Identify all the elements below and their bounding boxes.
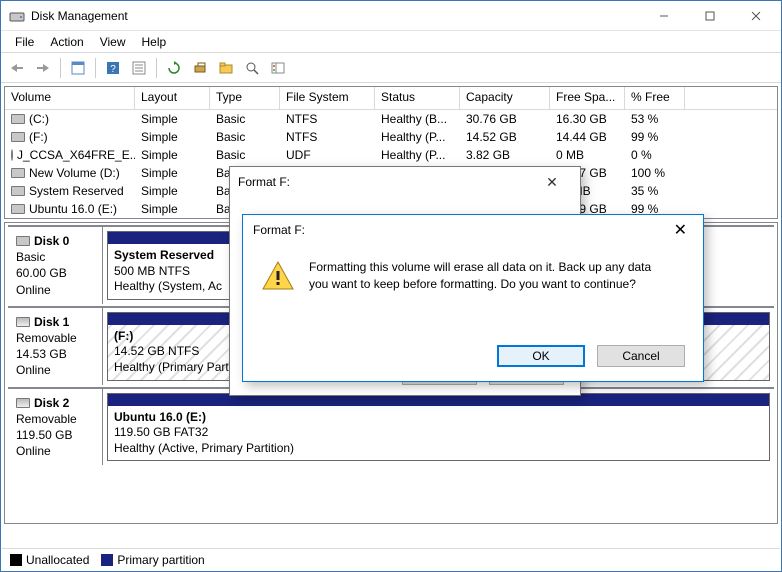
cell-fs: NTFS: [280, 111, 375, 127]
cell-pct: 35 %: [625, 183, 685, 199]
volume-row[interactable]: J_CCSA_X64FRE_E...SimpleBasicUDFHealthy …: [5, 146, 777, 164]
volume-name: Ubuntu 16.0 (E:): [29, 202, 117, 216]
refresh-icon[interactable]: [162, 56, 186, 80]
col-type[interactable]: Type: [210, 87, 280, 109]
legend-unallocated: Unallocated: [10, 553, 89, 567]
partition-ubuntu[interactable]: Ubuntu 16.0 (E:) 119.50 GB FAT32 Healthy…: [107, 393, 770, 462]
cell-status: Healthy (B...: [375, 111, 460, 127]
detach-icon[interactable]: [188, 56, 212, 80]
cell-free: 0 MB: [550, 147, 625, 163]
menu-help[interactable]: Help: [134, 33, 175, 51]
volume-row[interactable]: (F:) SimpleBasicNTFSHealthy (P...14.52 GB…: [5, 128, 777, 146]
menu-action[interactable]: Action: [42, 33, 91, 51]
col-volume[interactable]: Volume: [5, 87, 135, 109]
cell-capacity: 14.52 GB: [460, 129, 550, 145]
cell-layout: Simple: [135, 183, 210, 199]
ok-button[interactable]: OK: [497, 345, 585, 367]
minimize-button[interactable]: [641, 1, 687, 31]
cell-layout: Simple: [135, 147, 210, 163]
cell-pct: 99 %: [625, 129, 685, 145]
window-title: Disk Management: [31, 9, 641, 23]
toolbar: ?: [1, 53, 781, 83]
drive-icon: [11, 132, 25, 142]
col-layout[interactable]: Layout: [135, 87, 210, 109]
col-status[interactable]: Status: [375, 87, 460, 109]
cell-layout: Simple: [135, 165, 210, 181]
cell-status: Healthy (P...: [375, 147, 460, 163]
partition-system-reserved[interactable]: System Reserved 500 MB NTFS Healthy (Sys…: [107, 231, 237, 300]
cell-free: 14.44 GB: [550, 129, 625, 145]
cell-layout: Simple: [135, 111, 210, 127]
close-button[interactable]: [733, 1, 779, 31]
cell-fs: NTFS: [280, 129, 375, 145]
search-icon[interactable]: [240, 56, 264, 80]
menu-view[interactable]: View: [92, 33, 134, 51]
settings-list-icon[interactable]: [266, 56, 290, 80]
cell-status: Healthy (P...: [375, 129, 460, 145]
col-free[interactable]: Free Spa...: [550, 87, 625, 109]
volume-name: New Volume (D:): [29, 166, 120, 180]
col-percent-free[interactable]: % Free: [625, 87, 685, 109]
folder-icon[interactable]: [214, 56, 238, 80]
drive-icon: [11, 114, 25, 124]
maximize-button[interactable]: [687, 1, 733, 31]
drive-icon: [11, 204, 25, 214]
cell-type: Basic: [210, 147, 280, 163]
disk0-info: Disk 0 Basic 60.00 GB Online: [8, 227, 103, 304]
removable-icon: [16, 317, 30, 327]
app-icon: [9, 8, 25, 24]
menu-file[interactable]: File: [7, 33, 42, 51]
col-filesystem[interactable]: File System: [280, 87, 375, 109]
volume-row[interactable]: (C:) SimpleBasicNTFSHealthy (B...30.76 GB…: [5, 110, 777, 128]
back-button[interactable]: [5, 56, 29, 80]
menubar: File Action View Help: [1, 31, 781, 53]
properties-icon[interactable]: [127, 56, 151, 80]
column-headers: Volume Layout Type File System Status Ca…: [5, 87, 777, 110]
drive-icon: [11, 186, 25, 196]
svg-text:?: ?: [110, 64, 116, 75]
close-icon[interactable]: ✕: [668, 220, 693, 240]
legend-primary: Primary partition: [101, 553, 204, 567]
forward-button[interactable]: [31, 56, 55, 80]
format-confirm-dialog: Format F: ✕ Formatting this volume will …: [242, 214, 704, 382]
volume-name: (F:): [29, 130, 48, 144]
removable-icon: [16, 398, 30, 408]
cell-capacity: 30.76 GB: [460, 111, 550, 127]
panel-button[interactable]: [66, 56, 90, 80]
titlebar: Disk Management: [1, 1, 781, 31]
cancel-button[interactable]: Cancel: [597, 345, 685, 367]
disk-row-2: Disk 2 Removable 119.50 GB Online Ubuntu…: [8, 387, 774, 466]
disk-management-window: Disk Management File Action View Help ? …: [0, 0, 782, 572]
drive-icon: [11, 149, 13, 161]
cell-pct: 0 %: [625, 147, 685, 163]
dialog-title: Format F:: [253, 223, 668, 237]
cell-layout: Simple: [135, 129, 210, 145]
warning-icon: [261, 259, 295, 298]
dialog-title: Format F:: [238, 175, 532, 189]
cell-capacity: 3.82 GB: [460, 147, 550, 163]
close-icon[interactable]: ✕: [532, 174, 572, 191]
cell-type: Basic: [210, 129, 280, 145]
help-icon[interactable]: ?: [101, 56, 125, 80]
cell-fs: UDF: [280, 147, 375, 163]
dialog-message: Formatting this volume will erase all da…: [309, 259, 669, 298]
disk1-info: Disk 1 Removable 14.53 GB Online: [8, 308, 103, 385]
legend: Unallocated Primary partition: [2, 548, 780, 570]
cell-pct: 53 %: [625, 111, 685, 127]
cell-layout: Simple: [135, 201, 210, 217]
volume-name: System Reserved: [29, 184, 124, 198]
col-capacity[interactable]: Capacity: [460, 87, 550, 109]
volume-name: (C:): [29, 112, 49, 126]
cell-type: Basic: [210, 111, 280, 127]
cell-pct: 100 %: [625, 165, 685, 181]
hdd-icon: [16, 236, 30, 246]
drive-icon: [11, 168, 25, 178]
cell-free: 16.30 GB: [550, 111, 625, 127]
volume-name: J_CCSA_X64FRE_E...: [17, 148, 135, 162]
disk2-info: Disk 2 Removable 119.50 GB Online: [8, 389, 103, 466]
